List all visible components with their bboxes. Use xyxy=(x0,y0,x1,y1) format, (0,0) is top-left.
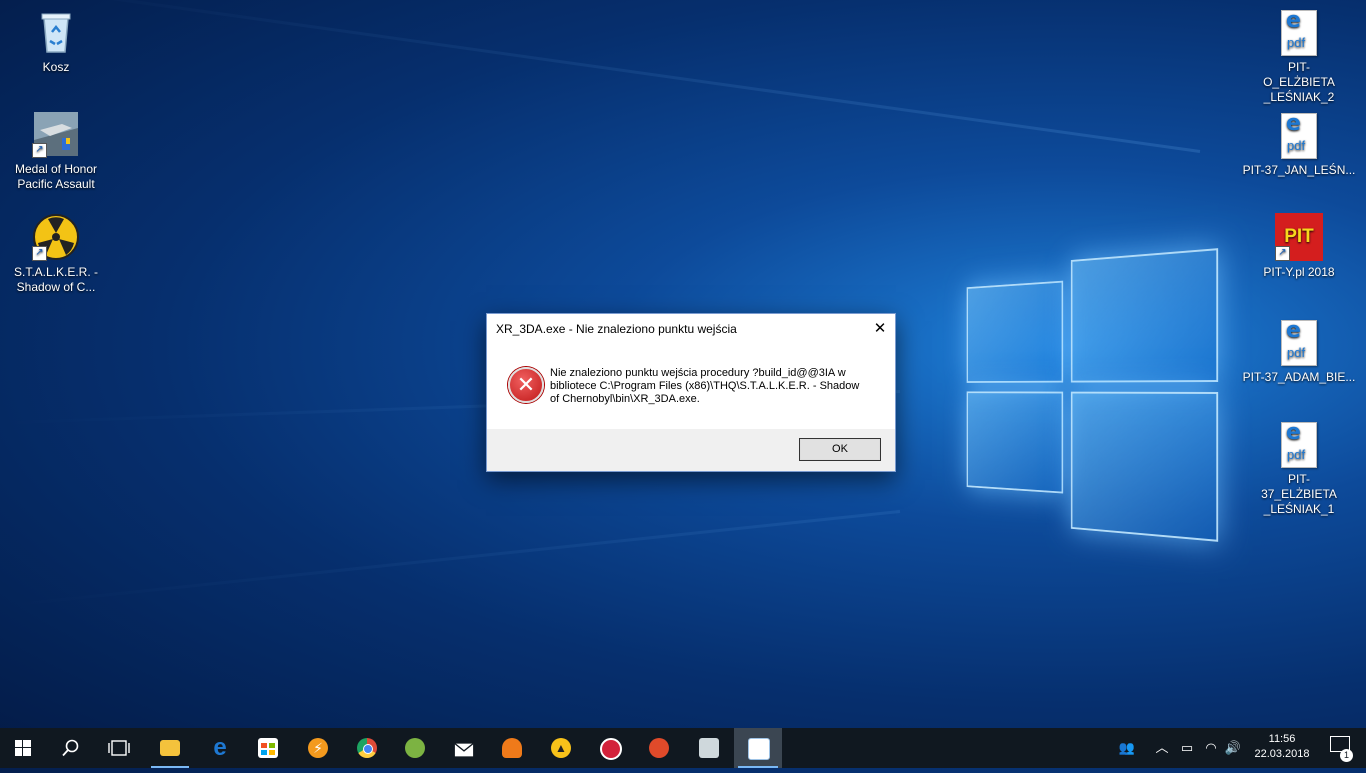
media-player-icon xyxy=(699,738,719,758)
green-app-icon xyxy=(405,738,425,758)
windows-start-icon xyxy=(15,740,31,756)
taskbar-app-green[interactable] xyxy=(392,728,438,768)
dialog-titlebar[interactable]: XR_3DA.exe - Nie znaleziono punktu wejśc… xyxy=(487,314,895,343)
clock-date: 22.03.2018 xyxy=(1254,748,1310,760)
taskbar-app-red[interactable] xyxy=(587,728,633,768)
battery-button[interactable]: ▭ xyxy=(1176,728,1198,768)
action-center-button[interactable]: 1 xyxy=(1320,728,1360,768)
network-button[interactable]: ◠ xyxy=(1200,728,1222,768)
start-button[interactable] xyxy=(0,728,46,768)
desktop-icon-recycle-bin[interactable]: Kosz xyxy=(10,8,102,75)
desktop-icon-pit-o-elzbieta-2[interactable]: e pdf PIT-O_ELŻBIETA _LEŚNIAK_2 xyxy=(1253,10,1345,105)
dialog-title: XR_3DA.exe - Nie znaleziono punktu wejśc… xyxy=(496,322,737,336)
task-view-icon xyxy=(108,740,130,756)
red-circle-icon xyxy=(600,738,622,760)
show-hidden-icons-button[interactable]: ︿ xyxy=(1150,728,1174,768)
battery-icon: ▭ xyxy=(1180,740,1194,755)
volume-icon: 🔊 xyxy=(1224,740,1242,755)
edge-pdf-icon: e pdf xyxy=(1281,320,1317,366)
notification-count-badge: 1 xyxy=(1340,749,1353,762)
desktop-icon-pit37-adam[interactable]: e pdf PIT-37_ADAM_BIE... xyxy=(1240,320,1358,385)
volume-button[interactable]: 🔊 xyxy=(1222,728,1244,768)
recycle-bin-icon xyxy=(32,8,80,56)
dialog-footer: OK xyxy=(487,429,895,471)
edge-pdf-icon: e pdf xyxy=(1281,10,1317,56)
taskbar-app-media[interactable] xyxy=(686,728,732,768)
chevron-up-icon: ︿ xyxy=(1155,740,1169,755)
taskbar-app-stalker-window[interactable] xyxy=(734,728,782,768)
desktop-icon-pit-y[interactable]: PIT ↗ PIT-Y.pl 2018 xyxy=(1253,213,1345,280)
shell-icon xyxy=(502,738,522,758)
stalker-icon: ↗ xyxy=(32,213,80,261)
taskbar-app-mail[interactable] xyxy=(441,728,487,768)
taskbar-app-edge[interactable]: e xyxy=(197,728,243,768)
desktop-icon-pit37-elzbieta-1[interactable]: e pdf PIT-37_ELŻBIETA _LEŚNIAK_1 xyxy=(1253,422,1345,517)
shortcut-arrow-icon: ↗ xyxy=(32,143,47,158)
ok-button[interactable]: OK xyxy=(799,438,881,461)
desktop-icon-medal-of-honor[interactable]: ↗ Medal of Honor Pacific Assault xyxy=(10,110,102,192)
shortcut-arrow-icon: ↗ xyxy=(1275,246,1290,261)
task-view-button[interactable] xyxy=(96,728,142,768)
edge-pdf-icon: e pdf xyxy=(1281,113,1317,159)
mail-icon xyxy=(454,743,474,757)
folder-icon xyxy=(160,740,180,756)
shortcut-arrow-icon: ↗ xyxy=(32,246,47,261)
taskbar-app-ccleaner[interactable] xyxy=(636,728,682,768)
medal-of-honor-icon: ↗ xyxy=(32,110,80,158)
window-icon xyxy=(748,738,770,760)
close-icon[interactable]: ✕ xyxy=(865,314,895,343)
taskbar: e ⚡ ▲ 👥 ︿ ▭ ◠ 🔊 11:56 22.03.2018 1 xyxy=(0,728,1366,768)
dialog-message: Nie znaleziono punktu wejścia procedury … xyxy=(550,367,860,405)
dialog-body: ✕ Nie znaleziono punktu wejścia procedur… xyxy=(487,343,895,429)
taskbar-app-orange[interactable] xyxy=(489,728,535,768)
desktop-icon-pit37-jan[interactable]: e pdf PIT-37_JAN_LEŚN... xyxy=(1240,113,1358,178)
ccleaner-icon xyxy=(649,738,669,758)
taskbar-app-winamp[interactable]: ⚡ xyxy=(295,728,341,768)
desktop-icon-stalker[interactable]: ↗ S.T.A.L.K.E.R. - Shadow of C... xyxy=(10,213,102,295)
search-icon xyxy=(62,739,79,757)
taskbar-app-yellow[interactable]: ▲ xyxy=(538,728,584,768)
error-dialog: XR_3DA.exe - Nie znaleziono punktu wejśc… xyxy=(486,313,896,472)
store-icon xyxy=(258,738,278,758)
wifi-icon: ◠ xyxy=(1205,740,1217,755)
edge-icon: e xyxy=(213,734,227,761)
lightning-icon: ⚡ xyxy=(308,738,328,758)
error-icon: ✕ xyxy=(508,367,544,403)
pit-app-icon: PIT ↗ xyxy=(1275,213,1323,261)
taskbar-app-store[interactable] xyxy=(245,728,291,768)
clock[interactable]: 11:56 22.03.2018 xyxy=(1244,732,1320,762)
windows-logo xyxy=(966,228,1220,548)
people-button[interactable]: 👥 xyxy=(1114,728,1140,768)
clock-time: 11:56 xyxy=(1268,733,1296,745)
edge-pdf-icon: e pdf xyxy=(1281,422,1317,468)
people-icon: 👥 xyxy=(1118,740,1136,755)
chrome-icon xyxy=(357,738,377,758)
taskbar-app-file-explorer[interactable] xyxy=(147,728,193,768)
search-button[interactable] xyxy=(48,728,94,768)
taskbar-app-chrome[interactable] xyxy=(344,728,390,768)
triangle-app-icon: ▲ xyxy=(551,738,571,758)
